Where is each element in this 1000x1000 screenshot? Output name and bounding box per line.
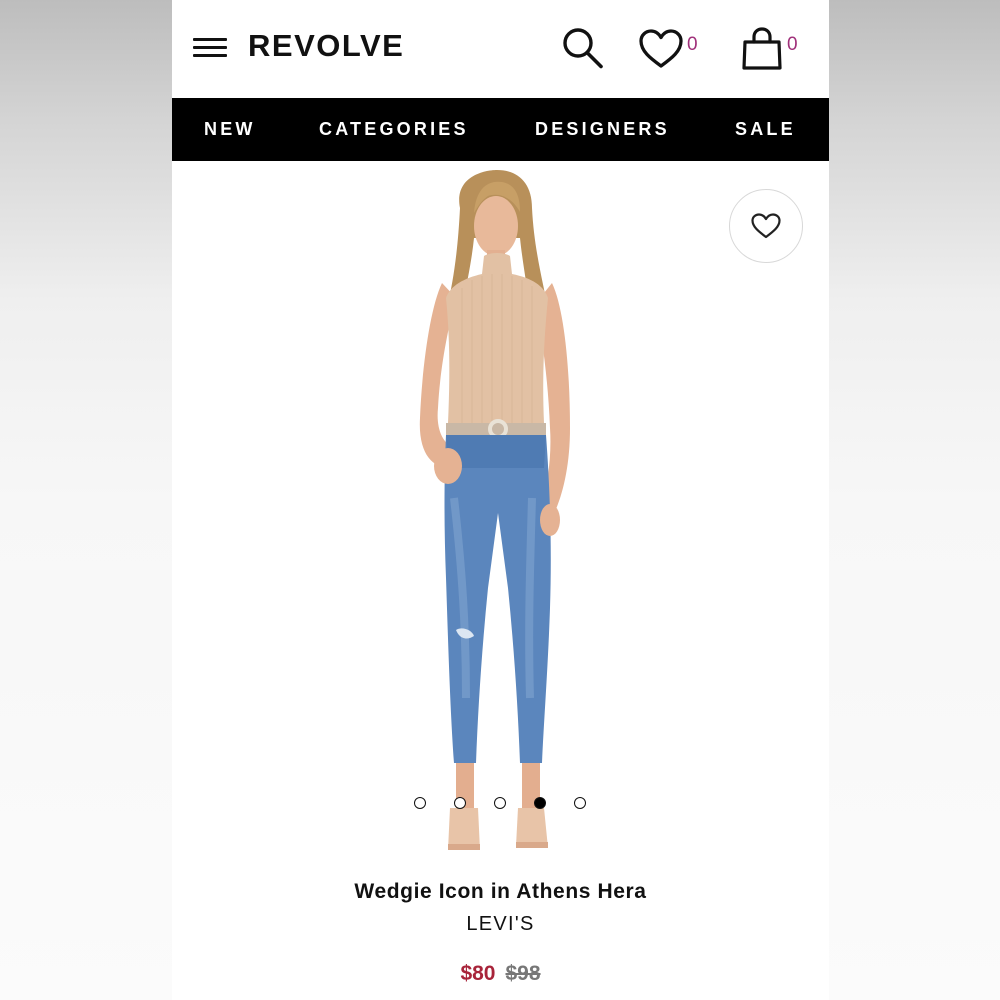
carousel-dot[interactable] (414, 797, 426, 809)
right-background (829, 0, 1000, 1000)
original-price: $98 (505, 962, 541, 985)
wishlist-count: 0 (687, 34, 698, 55)
menu-icon[interactable] (193, 36, 229, 60)
nav-item-categories[interactable]: CATEGORIES (319, 119, 469, 140)
price-row: $80 $98 (172, 962, 829, 986)
nav-item-new[interactable]: NEW (204, 119, 256, 140)
search-icon[interactable] (560, 26, 604, 70)
bag-icon[interactable] (740, 26, 784, 72)
mobile-page: REVOLVE 0 0 NEW CATEGORIES DESIGNERS SAL… (172, 0, 829, 1000)
site-header: REVOLVE 0 0 (172, 0, 829, 98)
carousel-dot[interactable] (574, 797, 586, 809)
site-logo[interactable]: REVOLVE (248, 28, 404, 64)
image-carousel-dots (414, 797, 594, 811)
product-image[interactable] (392, 168, 602, 868)
heart-outline-icon (751, 213, 781, 239)
nav-item-designers[interactable]: DESIGNERS (535, 119, 670, 140)
product-title[interactable]: Wedgie Icon in Athens Hera (172, 880, 829, 904)
add-to-wishlist-button[interactable] (729, 189, 803, 263)
carousel-dot[interactable] (494, 797, 506, 809)
left-background (0, 0, 172, 1000)
category-nav: NEW CATEGORIES DESIGNERS SALE (172, 98, 829, 161)
carousel-dot-active[interactable] (534, 797, 546, 809)
heart-icon[interactable] (638, 28, 684, 70)
bag-count: 0 (787, 34, 798, 55)
nav-item-sale[interactable]: SALE (735, 119, 796, 140)
carousel-dot[interactable] (454, 797, 466, 809)
product-brand[interactable]: LEVI'S (172, 913, 829, 936)
sale-price: $80 (460, 962, 496, 985)
